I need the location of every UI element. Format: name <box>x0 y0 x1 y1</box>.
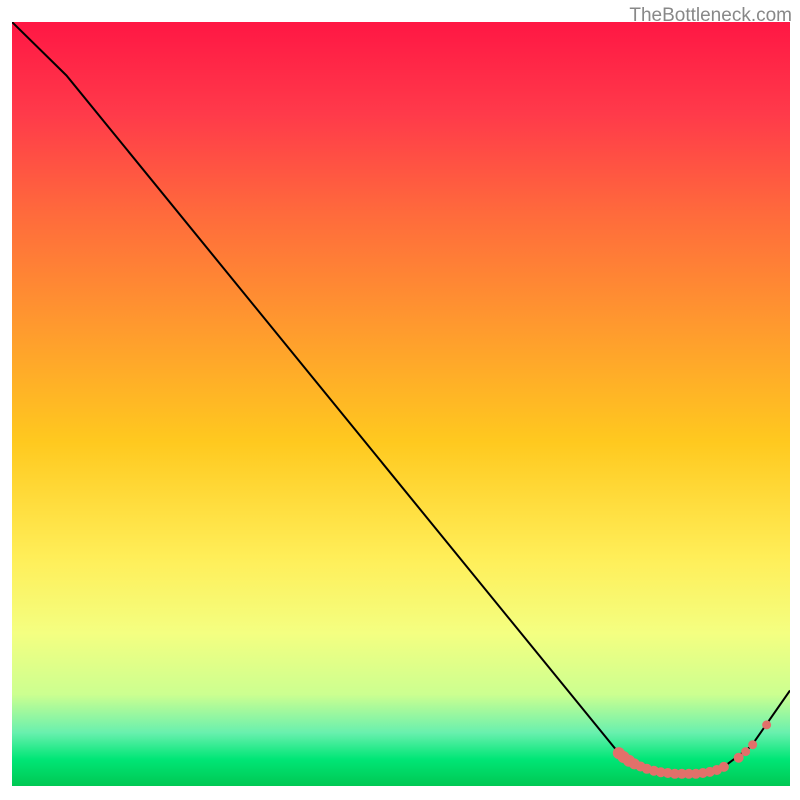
curve-markers <box>613 720 771 778</box>
curve-marker <box>762 720 771 729</box>
chart-container <box>12 22 790 786</box>
bottleneck-curve <box>12 22 790 774</box>
curve-marker <box>748 740 757 749</box>
curve-marker <box>741 747 750 756</box>
curve-marker <box>719 762 729 772</box>
chart-plot-layer <box>12 22 790 786</box>
watermark-text: TheBottleneck.com <box>629 5 792 27</box>
